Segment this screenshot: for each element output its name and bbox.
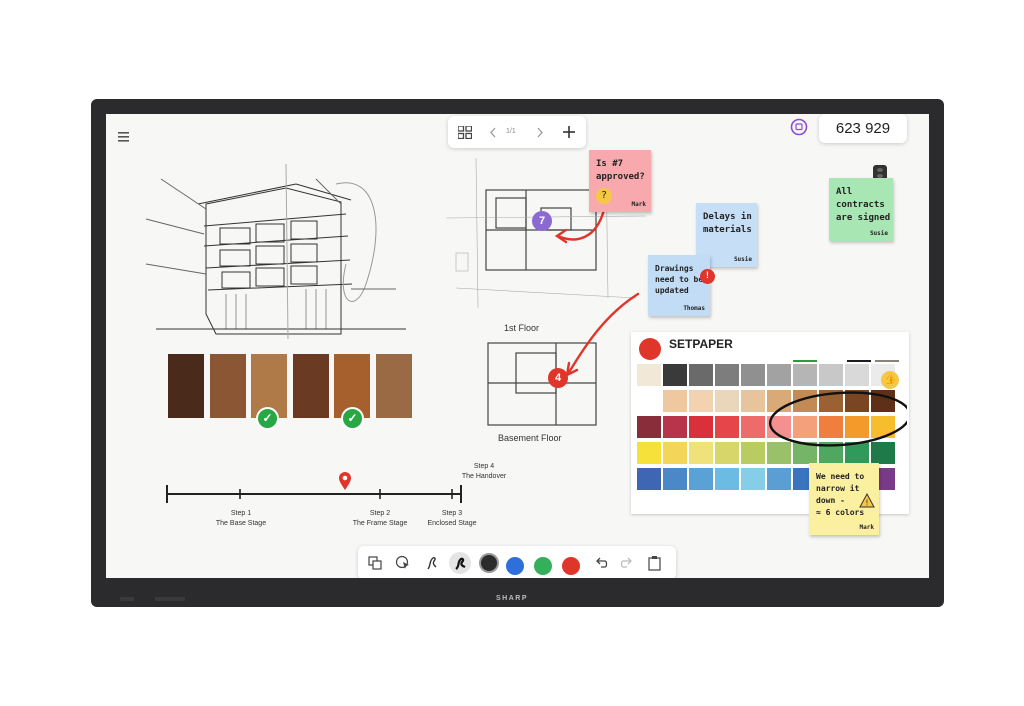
redo-icon[interactable] (620, 557, 634, 569)
bottom-toolbar (358, 546, 676, 578)
sticky-note-narrow[interactable]: We need to narrow it down - ≈ 6 colors !… (809, 463, 879, 535)
timeline-step-3: Step 3 Enclosed Stage (427, 510, 477, 527)
undo-icon[interactable] (594, 557, 608, 569)
brand-logo: SHARP (495, 595, 528, 602)
pen-icon[interactable] (425, 555, 439, 571)
thumbs-up-icon: 👍 (881, 371, 899, 389)
svg-text:!: ! (865, 499, 868, 508)
clipboard-icon[interactable] (648, 555, 661, 571)
sticky-note-contracts[interactable]: All contracts are signed Susie (829, 178, 893, 241)
pen-color-green[interactable] (534, 557, 552, 575)
whiteboard-canvas[interactable]: 1/1 623 929 ✓ ✓ 1st Floor Basement Floor… (106, 114, 929, 578)
pen-color-blue[interactable] (506, 557, 524, 575)
sticky-note-approved[interactable]: Is #7 approved? ? Mark (589, 150, 651, 212)
pen-color-black[interactable] (479, 553, 499, 573)
palette-title: SETPAPER (669, 337, 733, 351)
location-pin-icon[interactable] (338, 471, 352, 491)
pen-color-red[interactable] (562, 557, 580, 575)
timeline-step-1: Step 1 The Base Stage (215, 510, 267, 527)
select-icon[interactable] (395, 555, 411, 571)
thinking-emoji-icon: ? (596, 188, 612, 204)
warning-icon: ! (859, 493, 875, 508)
timeline-track (166, 485, 462, 503)
timeline-step-4: Step 4 The Handover (461, 463, 507, 480)
sticky-note-drawings[interactable]: Drawings need to be updated ! Thomas (648, 255, 715, 316)
marker-tool-active[interactable] (449, 552, 471, 574)
palette-logo (639, 338, 661, 360)
marker-icon (455, 557, 466, 570)
alert-icon: ! (700, 269, 715, 284)
copy-icon[interactable] (368, 556, 382, 570)
timeline-step-2: Step 2 The Frame Stage (352, 510, 408, 527)
